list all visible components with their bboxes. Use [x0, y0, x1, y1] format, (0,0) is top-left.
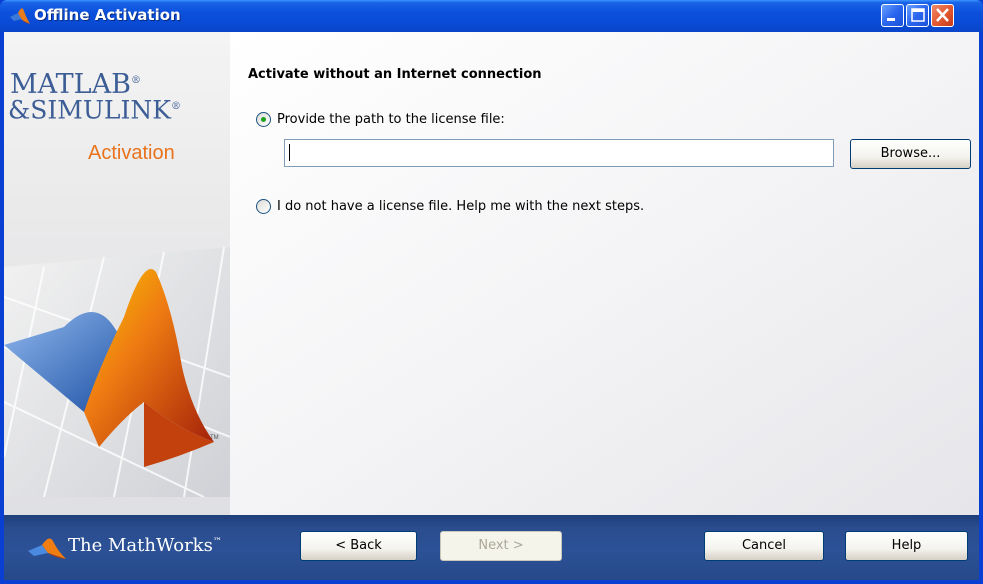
license-path-input[interactable]: [284, 139, 834, 167]
branding-panel: MATLAB® &SIMULINK® Activation TM: [4, 32, 230, 515]
mathworks-wordmark: The MathWorks™: [68, 535, 222, 556]
option-license-path[interactable]: Provide the path to the license file:: [256, 112, 505, 127]
content-panel: Activate without an Internet connection …: [230, 32, 979, 515]
title-bar[interactable]: Offline Activation: [0, 0, 983, 32]
maximize-icon: [911, 8, 925, 22]
next-button[interactable]: Next >: [440, 531, 562, 561]
page-heading: Activate without an Internet connection: [248, 67, 542, 82]
trademark-label: TM: [210, 435, 219, 441]
minimize-icon: [887, 18, 895, 21]
activation-window: Offline Activation MATLAB® &SIMULINK® Ac…: [0, 0, 983, 584]
text-cursor: [289, 144, 290, 161]
license-path-radio[interactable]: [256, 112, 271, 127]
membrane-logo-icon: TM: [4, 246, 230, 497]
activation-subtitle: Activation: [88, 142, 175, 164]
help-button[interactable]: Help: [845, 531, 968, 561]
mathworks-logo-icon: [28, 538, 66, 559]
back-button[interactable]: < Back: [300, 531, 417, 561]
no-license-label: I do not have a license file. Help me wi…: [277, 199, 645, 214]
footer-bar: The MathWorks™ < Back Next > Cancel Help: [4, 515, 979, 580]
simulink-wordmark: &SIMULINK®: [8, 95, 181, 125]
cancel-button[interactable]: Cancel: [704, 531, 824, 561]
close-button[interactable]: [931, 4, 954, 27]
close-icon: [936, 8, 949, 22]
window-title: Offline Activation: [34, 6, 181, 24]
matlab-logo-icon: [10, 8, 30, 24]
license-path-label: Provide the path to the license file:: [277, 112, 505, 127]
minimize-button[interactable]: [881, 4, 904, 27]
option-no-license[interactable]: I do not have a license file. Help me wi…: [256, 199, 644, 214]
no-license-radio[interactable]: [256, 199, 271, 214]
browse-button[interactable]: Browse...: [850, 139, 971, 169]
maximize-button[interactable]: [906, 4, 929, 27]
